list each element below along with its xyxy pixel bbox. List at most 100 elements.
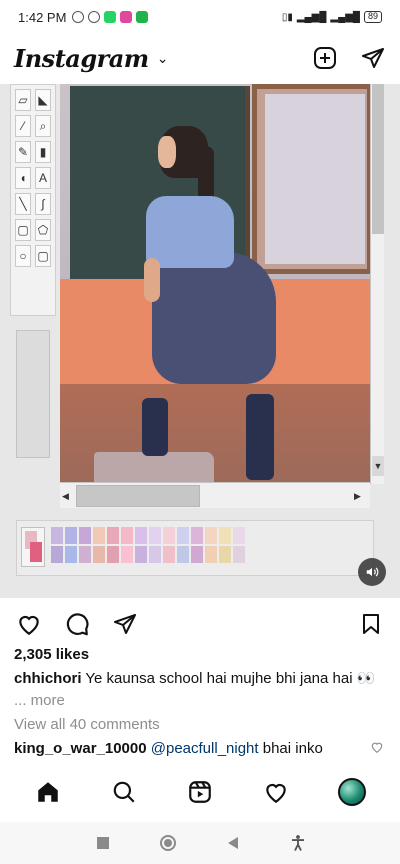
magnifier-tool-icon: ⌕ — [35, 115, 51, 137]
fill-tool-icon: ◣ — [35, 89, 51, 111]
comment-username[interactable]: king_o_war_10000 — [14, 740, 147, 757]
scroll-down-arrow-icon: ▼ — [372, 456, 384, 476]
picker-tool-icon: ⁄ — [15, 115, 31, 137]
current-colors — [21, 527, 45, 567]
vertical-scrollbar: ▼ — [370, 84, 384, 484]
paint-app-frame: ▱ ◣ ⁄ ⌕ ✎ ▮ ◖ A ╲ ∫ ▢ ⬠ ○ ▢ ▼ ◀ ▶ — [0, 84, 400, 598]
palette-swatch — [191, 546, 203, 563]
new-post-button[interactable] — [312, 45, 338, 71]
caption-username[interactable]: chhichori — [14, 670, 82, 687]
mute-toggle-button[interactable] — [358, 558, 386, 586]
comment-text: bhai inko — [258, 740, 323, 757]
curve-tool-icon: ∫ — [35, 193, 51, 215]
palette-swatch — [149, 546, 161, 563]
palette-swatch — [177, 527, 189, 544]
view-all-comments-link[interactable]: View all 40 comments — [14, 716, 160, 733]
system-navigation — [0, 822, 400, 864]
video-frame — [60, 84, 370, 482]
horizontal-scrollbar: ◀ ▶ — [60, 482, 370, 508]
palette-swatch — [51, 546, 63, 563]
app-header: Instagram ⌄ — [0, 36, 400, 80]
accessibility-button[interactable] — [286, 831, 310, 855]
recents-button[interactable] — [91, 831, 115, 855]
nav-search[interactable] — [109, 777, 139, 807]
palette-swatch — [219, 546, 231, 563]
palette-swatch — [135, 546, 147, 563]
back-button[interactable] — [221, 831, 245, 855]
send-icon — [114, 614, 136, 634]
palette-swatch — [121, 527, 133, 544]
signal-icon: ▂▄▆█ — [296, 11, 327, 23]
comment-like-button[interactable] — [370, 740, 384, 754]
like-button[interactable] — [16, 611, 42, 637]
person — [152, 252, 276, 384]
more-link[interactable]: ... more — [14, 692, 65, 709]
phone-icon — [136, 11, 149, 23]
polygon-tool-icon: ⬠ — [35, 219, 51, 241]
nav-home[interactable] — [33, 777, 63, 807]
palette-swatch — [65, 527, 77, 544]
plus-square-icon — [314, 47, 336, 69]
palette-swatch — [51, 527, 63, 544]
nav-profile[interactable] — [337, 777, 367, 807]
palette-swatch — [93, 546, 105, 563]
palette-swatch — [79, 527, 91, 544]
heart-icon — [266, 783, 286, 804]
speaker-icon — [366, 567, 379, 577]
alarm-icon — [88, 11, 101, 23]
battery-indicator: 89 — [363, 11, 382, 23]
status-time: 1:42 PM — [18, 9, 67, 25]
palette-swatch — [233, 546, 245, 563]
eraser-tool-icon: ▱ — [15, 89, 31, 111]
share-button[interactable] — [112, 611, 138, 637]
palette-swatch — [205, 527, 217, 544]
save-button[interactable] — [358, 611, 384, 637]
send-icon — [362, 48, 384, 68]
post-media[interactable]: ▱ ◣ ⁄ ⌕ ✎ ▮ ◖ A ╲ ∫ ▢ ⬠ ○ ▢ ▼ ◀ ▶ — [0, 84, 400, 598]
scroll-right-arrow-icon: ▶ — [354, 491, 361, 501]
accessibility-icon — [291, 835, 304, 851]
nav-activity[interactable] — [261, 777, 291, 807]
palette-swatch — [93, 527, 105, 544]
text-tool-icon: A — [35, 167, 51, 189]
comment-icon — [66, 613, 89, 636]
home-icon — [38, 782, 58, 802]
palette-swatch — [205, 546, 217, 563]
mute-icon — [72, 11, 85, 23]
square-icon — [96, 837, 109, 849]
comment-mention[interactable]: @peacfull_night — [151, 740, 259, 757]
heart-icon — [371, 742, 383, 753]
post-actions — [0, 606, 400, 642]
ellipse-tool-icon: ○ — [15, 245, 31, 267]
palette-swatch — [79, 546, 91, 563]
heart-icon — [19, 615, 39, 636]
reels-icon — [189, 781, 211, 803]
signal-icon: ▂▄▆█ — [330, 11, 360, 23]
instagram-logo[interactable]: Instagram — [14, 44, 149, 73]
palette-swatch — [107, 527, 119, 544]
notification-icons — [72, 11, 149, 23]
tool-options-box — [16, 330, 50, 458]
paint-tool-panel: ▱ ◣ ⁄ ⌕ ✎ ▮ ◖ A ╲ ∫ ▢ ⬠ ○ ▢ — [10, 84, 56, 316]
comment-button[interactable] — [64, 611, 90, 637]
airbrush-tool-icon: ◖ — [15, 167, 31, 189]
palette-swatch — [121, 546, 133, 563]
status-bar: 1:42 PM ▯▮ ▂▄▆█ ▂▄▆█ 89 — [0, 0, 400, 34]
brush-tool-icon: ▮ — [35, 141, 51, 163]
likes-count[interactable]: 2,305 likes — [14, 646, 89, 663]
chevron-down-icon[interactable]: ⌄ — [157, 50, 169, 67]
pencil-tool-icon: ✎ — [15, 141, 31, 163]
search-icon — [113, 781, 135, 803]
comment-preview: king_o_war_10000 @peacfull_night bhai in… — [14, 740, 374, 757]
direct-messages-button[interactable] — [360, 45, 386, 71]
home-system-button[interactable] — [156, 831, 180, 855]
palette-swatch — [163, 527, 175, 544]
line-tool-icon: ╲ — [15, 193, 31, 215]
profile-avatar[interactable] — [338, 778, 366, 806]
palette-swatches — [51, 527, 245, 563]
palette-swatch — [163, 546, 175, 563]
rounded-rect-tool-icon: ▢ — [35, 245, 51, 267]
nav-reels[interactable] — [185, 777, 215, 807]
palette-swatch — [149, 527, 161, 544]
caption-text: Ye kaunsa school hai mujhe bhi jana hai … — [81, 670, 376, 687]
